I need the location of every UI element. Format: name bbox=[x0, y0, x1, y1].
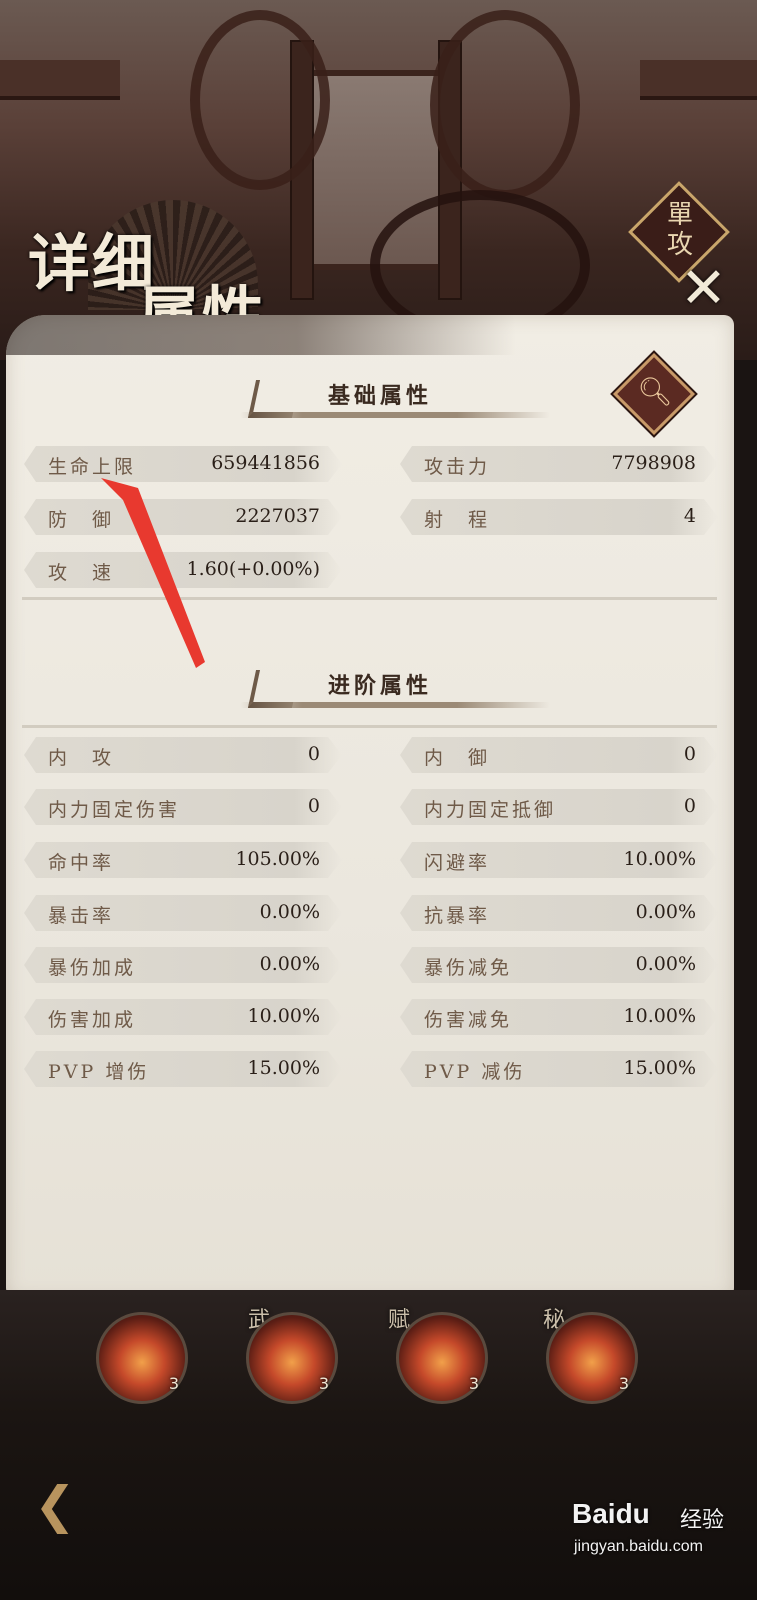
stat-row: PVP 减伤 15.00% bbox=[400, 1051, 718, 1087]
section-title-advanced: 进阶属性 bbox=[328, 673, 433, 699]
stat-label: 生命上限 bbox=[48, 456, 137, 478]
stat-label: PVP 增伤 bbox=[48, 1061, 150, 1083]
stat-row: 暴击率 0.00% bbox=[24, 895, 342, 931]
section-divider bbox=[22, 597, 717, 600]
stat-row: PVP 增伤 15.00% bbox=[24, 1051, 342, 1087]
stat-label: 闪避率 bbox=[424, 852, 491, 874]
watermark-label: 经验 bbox=[680, 1508, 725, 1533]
brush-stroke bbox=[240, 412, 550, 418]
stat-row: 内 攻 0 bbox=[24, 737, 342, 773]
skill-level: 3 bbox=[468, 1374, 479, 1393]
stat-value: 0 bbox=[307, 795, 320, 817]
stat-value: 0.00% bbox=[635, 901, 696, 923]
stat-row-attack: 攻击力 7798908 bbox=[400, 446, 718, 482]
stat-row: 内 御 0 bbox=[400, 737, 718, 773]
stat-label: 防 御 bbox=[48, 509, 115, 531]
stat-value: 1.60(+0.00%) bbox=[186, 558, 320, 580]
section-divider bbox=[22, 725, 717, 728]
section-title-basic: 基础属性 bbox=[328, 383, 433, 409]
back-arrow-icon[interactable]: ❮ bbox=[34, 1476, 76, 1534]
stat-label: 攻击力 bbox=[424, 456, 491, 478]
stat-value: 10.00% bbox=[623, 1005, 696, 1027]
stat-value: 2227037 bbox=[235, 505, 320, 527]
stat-label: 内力固定抵御 bbox=[424, 799, 557, 821]
stat-label: PVP 减伤 bbox=[424, 1061, 526, 1083]
attack-type-badge: 單攻 bbox=[666, 200, 693, 260]
magnifier-icon[interactable]: 🔍︎ bbox=[637, 374, 673, 410]
stat-value: 0.00% bbox=[259, 901, 320, 923]
roof-left bbox=[0, 60, 120, 100]
skill-level: 3 bbox=[618, 1374, 629, 1393]
stat-label: 伤害加成 bbox=[48, 1009, 137, 1031]
stat-row-hp: 生命上限 659441856 bbox=[24, 446, 342, 482]
watermark-brand: Baidu bbox=[572, 1498, 650, 1529]
stat-row: 伤害加成 10.00% bbox=[24, 999, 342, 1035]
stat-value: 7798908 bbox=[611, 452, 696, 474]
skill-slot-1[interactable]: 3 bbox=[96, 1312, 188, 1404]
skill-slot-4[interactable]: 3 bbox=[546, 1312, 638, 1404]
stat-value: 105.00% bbox=[235, 848, 320, 870]
stat-row-attack-speed: 攻 速 1.60(+0.00%) bbox=[24, 552, 342, 588]
stat-label: 射 程 bbox=[424, 509, 491, 531]
swirl-ornament bbox=[430, 10, 580, 200]
stat-value: 0.00% bbox=[259, 953, 320, 975]
stat-value: 0 bbox=[683, 795, 696, 817]
stat-label: 内 攻 bbox=[48, 747, 115, 769]
stat-value: 4 bbox=[683, 505, 696, 527]
roof-right bbox=[640, 60, 757, 100]
stat-row: 闪避率 10.00% bbox=[400, 842, 718, 878]
skill-level: 3 bbox=[318, 1374, 329, 1393]
brush-stroke bbox=[240, 702, 550, 708]
stat-label: 命中率 bbox=[48, 852, 115, 874]
stat-row-defense: 防 御 2227037 bbox=[24, 499, 342, 535]
stat-value: 15.00% bbox=[623, 1057, 696, 1079]
stat-row: 内力固定伤害 0 bbox=[24, 789, 342, 825]
stat-row: 抗暴率 0.00% bbox=[400, 895, 718, 931]
stat-value: 15.00% bbox=[247, 1057, 320, 1079]
stat-value: 659441856 bbox=[211, 452, 320, 474]
stat-label: 暴击率 bbox=[48, 905, 115, 927]
stat-row-range: 射 程 4 bbox=[400, 499, 718, 535]
stat-label: 内 御 bbox=[424, 747, 491, 769]
skill-slot-2[interactable]: 3 bbox=[246, 1312, 338, 1404]
stat-label: 伤害减免 bbox=[424, 1009, 513, 1031]
stat-label: 抗暴率 bbox=[424, 905, 491, 927]
stat-value: 10.00% bbox=[623, 848, 696, 870]
stat-value: 0 bbox=[683, 743, 696, 765]
section-header-advanced: 进阶属性 bbox=[0, 668, 757, 724]
watermark: Baidu 经验 jingyan.baidu.com bbox=[572, 1494, 732, 1564]
close-x-icon[interactable]: ✕ bbox=[680, 256, 727, 321]
skill-slot-3[interactable]: 3 bbox=[396, 1312, 488, 1404]
title-line-1: 详细 bbox=[28, 227, 157, 300]
stat-label: 内力固定伤害 bbox=[48, 799, 181, 821]
stat-row: 命中率 105.00% bbox=[24, 842, 342, 878]
watermark-site: jingyan.baidu.com bbox=[574, 1538, 703, 1555]
close-button[interactable]: 單攻 ✕ bbox=[628, 181, 730, 321]
stat-row: 暴伤加成 0.00% bbox=[24, 947, 342, 983]
stat-row: 内力固定抵御 0 bbox=[400, 789, 718, 825]
stat-value: 0.00% bbox=[635, 953, 696, 975]
stat-label: 暴伤减免 bbox=[424, 957, 513, 979]
stat-row: 暴伤减免 0.00% bbox=[400, 947, 718, 983]
stat-label: 攻 速 bbox=[48, 562, 115, 584]
swirl-ornament bbox=[190, 10, 330, 190]
stat-label: 暴伤加成 bbox=[48, 957, 137, 979]
stat-value: 0 bbox=[307, 743, 320, 765]
skill-level: 3 bbox=[168, 1374, 179, 1393]
stat-row: 伤害减免 10.00% bbox=[400, 999, 718, 1035]
stat-value: 10.00% bbox=[247, 1005, 320, 1027]
